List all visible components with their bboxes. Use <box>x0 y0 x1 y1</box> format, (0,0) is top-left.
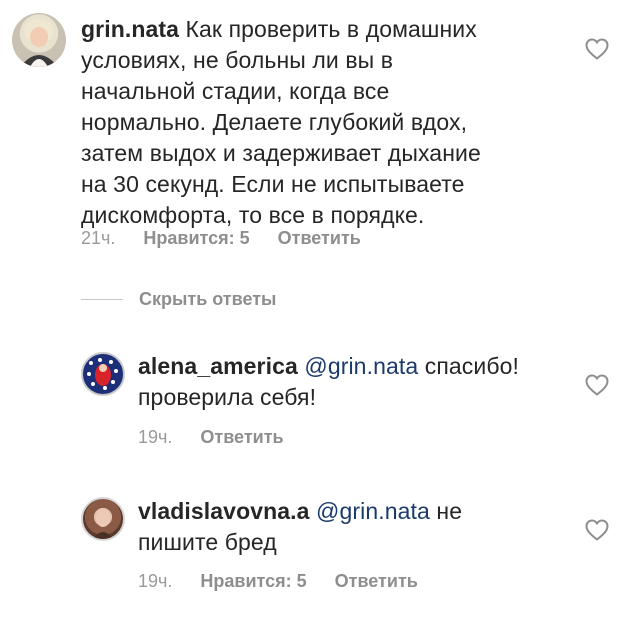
comment-text-line: на 30 секунд. Если не испытываете <box>81 171 465 197</box>
avatar-portrait-icon <box>93 509 113 539</box>
comment-text-line: нормально. Делаете глубокий вдох, <box>81 109 468 135</box>
comment-username[interactable]: grin.nata <box>81 16 179 42</box>
comment-body: grin.nata Как проверить в домашних услов… <box>81 14 581 231</box>
mention-link[interactable]: @grin.nata <box>304 353 418 379</box>
avatar-flag-pattern-icon <box>87 358 118 390</box>
reply-button[interactable]: Ответить <box>200 427 283 448</box>
reply-button[interactable]: Ответить <box>335 571 418 592</box>
like-heart-icon[interactable] <box>585 38 609 60</box>
reply-button[interactable]: Ответить <box>278 228 361 249</box>
reply-alena-america: alena_america @grin.nata спасибо! провер… <box>0 340 640 450</box>
mention-link[interactable]: @grin.nata <box>316 498 430 524</box>
comment-text-line: затем выдох и задерживает дыхание <box>81 140 481 166</box>
comment-meta: 21ч. Нравится: 5 Ответить <box>81 228 361 249</box>
likes-count-button[interactable]: Нравится: 5 <box>200 571 306 592</box>
comment-text-line: Как проверить в домашних <box>185 16 477 42</box>
comment-text-line: начальной стадии, когда все <box>81 78 390 104</box>
reply-meta: 19ч. Ответить <box>138 427 284 448</box>
reply-meta: 19ч. Нравится: 5 Ответить <box>138 571 418 592</box>
comment-text-line: условиях, не больны ли вы в <box>81 47 394 73</box>
reply-timestamp: 19ч. <box>138 571 173 591</box>
avatar-portrait-icon <box>20 19 58 67</box>
hide-replies-label: Скрыть ответы <box>139 289 277 309</box>
reply-text: пишите бред <box>138 529 277 555</box>
hide-replies-toggle[interactable]: Скрыть ответы <box>81 289 276 310</box>
reply-body: vladislavovna.a @grin.nata не пишите бре… <box>138 496 578 558</box>
reply-text: не <box>436 498 463 524</box>
avatar-alena-america[interactable] <box>81 352 125 396</box>
avatar-vladislavovna-a[interactable] <box>81 497 125 541</box>
toggle-divider-line <box>81 299 123 300</box>
comment-grin-nata: grin.nata Как проверить в домашних услов… <box>0 0 640 260</box>
reply-username[interactable]: alena_america <box>138 353 298 379</box>
reply-text: проверила себя! <box>138 384 317 410</box>
avatar-grin-nata[interactable] <box>12 13 66 67</box>
like-heart-icon[interactable] <box>585 374 609 396</box>
comment-timestamp: 21ч. <box>81 228 116 248</box>
like-heart-icon[interactable] <box>585 519 609 541</box>
reply-timestamp: 19ч. <box>138 427 173 447</box>
reply-username[interactable]: vladislavovna.a <box>138 498 310 524</box>
reply-text: спасибо! <box>424 353 519 379</box>
reply-vladislavovna-a: vladislavovna.a @grin.nata не пишите бре… <box>0 485 640 600</box>
likes-count-button[interactable]: Нравится: 5 <box>143 228 249 249</box>
reply-body: alena_america @grin.nata спасибо! провер… <box>138 351 578 413</box>
comment-text-line: дискомфорта, то все в порядке. <box>81 202 425 228</box>
